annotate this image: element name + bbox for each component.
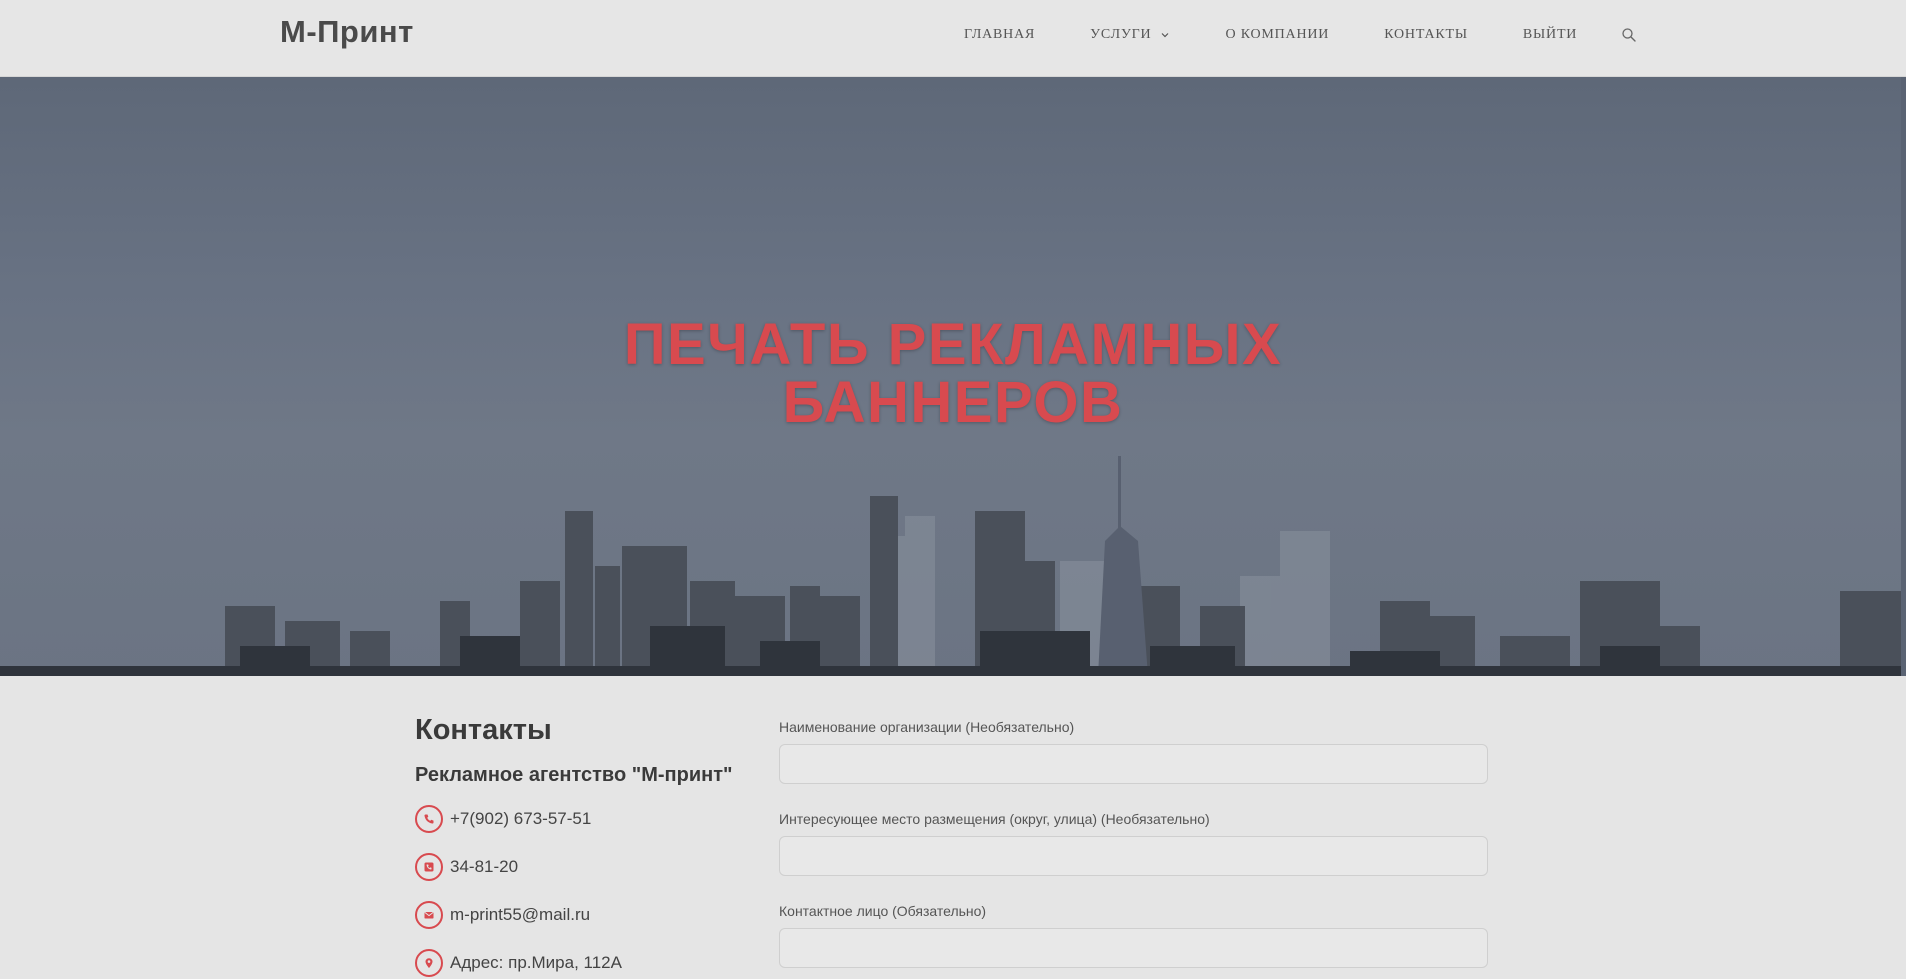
search-icon[interactable] (1621, 27, 1637, 43)
site-header: М-Принт ГЛАВНАЯ УСЛУГИ О КОМПАНИИ КОНТАК… (0, 0, 1906, 77)
form-field-contact-person: Контактное лицо (Обязательно) (779, 903, 1488, 968)
form-field-organization: Наименование организации (Необязательно) (779, 719, 1488, 784)
nav-item-label: О КОМПАНИИ (1225, 27, 1330, 42)
nav-item-home[interactable]: ГЛАВНАЯ (964, 27, 1035, 43)
organization-input[interactable] (779, 744, 1488, 784)
nav-item-services[interactable]: УСЛУГИ (1090, 27, 1170, 43)
contacts-heading: Контакты (415, 714, 552, 746)
contact-text[interactable]: m-print55@mail.ru (450, 905, 590, 925)
fax-icon (415, 853, 443, 881)
nav-item-logout[interactable]: ВЫЙТИ (1523, 27, 1577, 43)
nav-item-contacts[interactable]: КОНТАКТЫ (1384, 27, 1468, 43)
envelope-icon (415, 901, 443, 929)
contact-fax: 34-81-20 (415, 852, 755, 882)
site-logo[interactable]: М-Принт (280, 14, 414, 50)
hero-title-line2: БАННЕРОВ (782, 370, 1124, 435)
request-form: Наименование организации (Необязательно)… (779, 719, 1488, 968)
contact-text[interactable]: +7(902) 673-57-51 (450, 809, 591, 829)
contact-address: Адрес: пр.Мира, 112А (415, 948, 755, 978)
contact-email: m-print55@mail.ru (415, 900, 755, 930)
location-input[interactable] (779, 836, 1488, 876)
hero-banner: ПЕЧАТЬ РЕКЛАМНЫХ БАННЕРОВ (0, 77, 1906, 676)
nav-item-label: ВЫЙТИ (1522, 27, 1578, 42)
main-nav: ГЛАВНАЯ УСЛУГИ О КОМПАНИИ КОНТАКТЫ ВЫЙТИ (964, 27, 1637, 43)
field-label: Интересующее место размещения (округ, ул… (779, 811, 1210, 827)
hero-title-line1: ПЕЧАТЬ РЕКЛАМНЫХ (623, 312, 1283, 377)
nav-item-label: ГЛАВНАЯ (964, 27, 1036, 42)
field-label: Контактное лицо (Обязательно) (779, 903, 987, 919)
chevron-down-icon (1162, 33, 1169, 38)
nav-item-label: УСЛУГИ (1090, 27, 1152, 42)
nav-item-label: КОНТАКТЫ (1384, 27, 1468, 42)
location-pin-icon (415, 949, 443, 977)
company-name: Рекламное агентство "М-принт" (415, 764, 733, 786)
contact-phone: +7(902) 673-57-51 (415, 804, 755, 834)
contact-person-input[interactable] (779, 928, 1488, 968)
hero-title: ПЕЧАТЬ РЕКЛАМНЫХ БАННЕРОВ (0, 316, 1906, 432)
nav-item-about[interactable]: О КОМПАНИИ (1225, 27, 1329, 43)
field-label: Наименование организации (Необязательно) (779, 719, 1075, 735)
contacts-panel: Контакты Рекламное агентство "М-принт" +… (415, 714, 755, 978)
contact-text: Адрес: пр.Мира, 112А (450, 953, 622, 972)
form-field-location: Интересующее место размещения (округ, ул… (779, 811, 1488, 876)
contact-text: 34-81-20 (450, 857, 519, 876)
phone-icon (415, 805, 443, 833)
